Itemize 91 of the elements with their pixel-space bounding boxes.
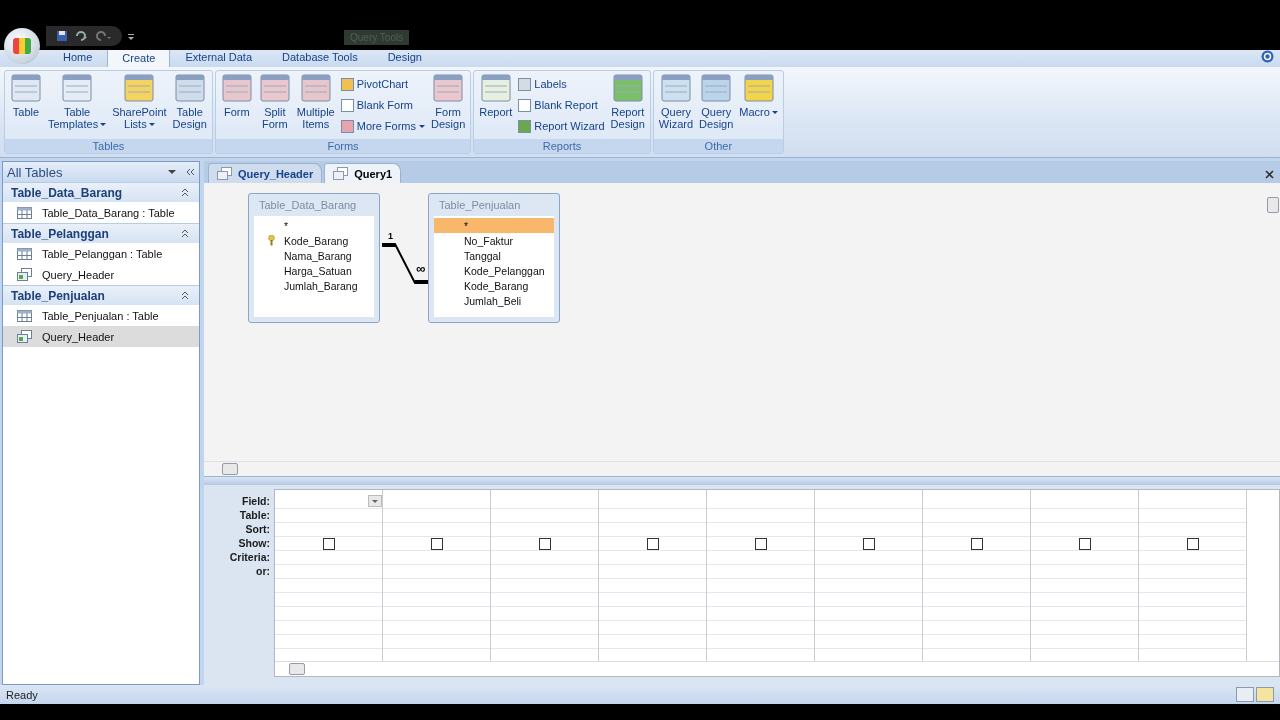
field-list-title: Table_Penjualan: [438, 198, 522, 213]
table-icon: [17, 309, 32, 322]
ribbon-button[interactable]: Table Design: [170, 73, 209, 130]
cardinality-label: 1: [388, 231, 393, 241]
field-name[interactable]: Kode_Barang: [254, 233, 374, 248]
row-label: Criteria:: [229, 550, 270, 564]
ribbon-tab[interactable]: Home: [48, 47, 108, 67]
ribbon-button[interactable]: Table Templates: [46, 73, 109, 130]
ribbon-button[interactable]: Report Wizard: [516, 117, 607, 135]
help-icon[interactable]: [1261, 50, 1274, 63]
query-icon: [217, 167, 232, 180]
ribbon-button[interactable]: Macro: [737, 73, 780, 118]
undo-icon[interactable]: [74, 30, 90, 42]
collapse-icon[interactable]: [181, 291, 189, 300]
field-name[interactable]: Jumlah_Barang: [254, 278, 374, 293]
show-checkbox[interactable]: [970, 537, 983, 550]
ribbon-button[interactable]: Form: [218, 73, 255, 118]
nav-item[interactable]: Table_Pelanggan : Table: [3, 243, 199, 264]
ribbon-button[interactable]: Blank Report: [516, 96, 607, 114]
customize-icon[interactable]: [128, 33, 134, 41]
table-icon: [17, 206, 32, 219]
query-icon: [17, 330, 32, 343]
field-name[interactable]: Nama_Barang: [254, 248, 374, 263]
ribbon-button[interactable]: Blank Form: [338, 96, 427, 114]
group-label: Reports: [474, 139, 650, 153]
group-label: Tables: [5, 139, 212, 153]
show-checkbox[interactable]: [862, 537, 875, 550]
show-checkbox[interactable]: [322, 537, 335, 550]
ribbon-button[interactable]: Labels: [516, 75, 607, 93]
ribbon-button[interactable]: Multiple Items: [294, 73, 337, 130]
ribbon-button[interactable]: Query Design: [697, 73, 736, 130]
row-label: Sort:: [245, 522, 270, 536]
show-checkbox[interactable]: [538, 537, 551, 550]
horizontal-scrollbar[interactable]: [204, 461, 1280, 476]
ribbon-button[interactable]: Split Form: [256, 73, 293, 130]
nav-item[interactable]: Table_Penjualan : Table: [3, 305, 199, 326]
field-name[interactable]: No_Faktur: [434, 233, 554, 248]
show-checkbox[interactable]: [430, 537, 443, 550]
ribbon-button[interactable]: PivotChart: [338, 75, 427, 93]
show-checkbox[interactable]: [1078, 537, 1091, 550]
table-icon: [17, 247, 32, 260]
group-header[interactable]: Table_Penjualan: [3, 285, 199, 305]
ribbon-tab[interactable]: Design: [372, 47, 437, 67]
show-checkbox[interactable]: [1186, 537, 1199, 550]
row-label: Show:: [238, 536, 270, 550]
row-label: Field:: [242, 494, 270, 508]
ribbon-tab[interactable]: Database Tools: [267, 47, 373, 67]
query-icon: [333, 167, 349, 180]
field-name[interactable]: Kode_Pelanggan: [434, 263, 554, 278]
collapse-icon[interactable]: [181, 229, 189, 238]
field-list[interactable]: Table_Data_Barang * Kode_Barang Nama_Barang Harga_Satuan Jumlah_Barang: [248, 193, 380, 323]
office-button[interactable]: [4, 28, 40, 64]
nav-item[interactable]: Table_Data_Barang : Table: [3, 202, 199, 223]
collapse-icon[interactable]: [181, 188, 189, 197]
horizontal-scrollbar[interactable]: [275, 661, 1279, 676]
group-header[interactable]: Table_Pelanggan: [3, 223, 199, 243]
field-name[interactable]: Kode_Barang: [434, 278, 554, 293]
ribbon-button[interactable]: More Forms: [338, 117, 427, 135]
field-list[interactable]: Table_Penjualan * No_Faktur Tanggal Kode_Pelanggan Kode_Barang Jumlah_Beli: [428, 193, 560, 323]
query-icon: [17, 268, 32, 281]
field-name[interactable]: *: [434, 218, 554, 233]
ribbon-button[interactable]: Report: [477, 73, 515, 118]
ribbon-button[interactable]: Table: [8, 73, 44, 118]
show-checkbox[interactable]: [754, 537, 767, 550]
group-header[interactable]: Table_Data_Barang: [3, 182, 199, 202]
ribbon-button[interactable]: SharePoint Lists: [110, 73, 169, 130]
field-list-title: Table_Data_Barang: [258, 198, 358, 213]
document-tab[interactable]: Query_Header: [208, 163, 323, 183]
group-label: Forms: [215, 139, 471, 153]
field-name[interactable]: *: [254, 218, 374, 233]
ribbon-button[interactable]: Query Wizard: [656, 73, 696, 130]
ribbon-button[interactable]: Report Design: [608, 73, 647, 130]
status-text: Ready: [6, 688, 38, 701]
field-name[interactable]: Tanggal: [434, 248, 554, 263]
save-icon[interactable]: [56, 30, 68, 42]
field-name[interactable]: Harga_Satuan: [254, 263, 374, 278]
close-icon[interactable]: [1265, 170, 1274, 179]
document-tab[interactable]: Query1: [324, 163, 402, 183]
collapse-icon[interactable]: [186, 168, 195, 176]
row-label: or:: [256, 564, 270, 578]
nav-item[interactable]: Query_Header: [3, 326, 199, 347]
field-name[interactable]: Jumlah_Beli: [434, 293, 554, 308]
dropdown-button[interactable]: [368, 495, 382, 507]
navigation-pane-header[interactable]: All Tables: [3, 162, 199, 182]
show-checkbox[interactable]: [646, 537, 659, 550]
group-label: Other: [653, 139, 783, 153]
redo-icon[interactable]: [96, 30, 112, 42]
ribbon-tab[interactable]: External Data: [170, 47, 268, 67]
ribbon-button[interactable]: Form Design: [429, 73, 468, 130]
row-label: Table:: [239, 508, 270, 522]
nav-item[interactable]: Query_Header: [3, 264, 199, 285]
